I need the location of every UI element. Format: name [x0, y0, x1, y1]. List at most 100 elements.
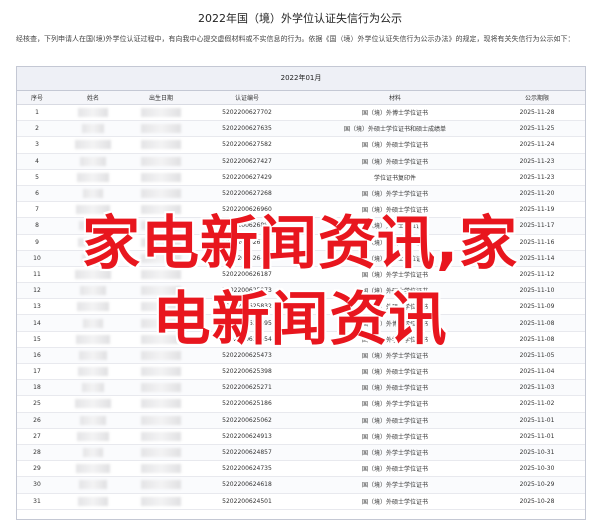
redacted-mask	[75, 140, 111, 150]
cell-birthdate	[129, 476, 193, 494]
cell-name	[57, 104, 129, 122]
cell-seq: 4	[17, 153, 57, 170]
cell-cert-number: 5202200627582	[193, 136, 301, 154]
cell-deadline: 2025-10-31	[489, 444, 585, 462]
watermark-line-1: 家电新闻资讯,家	[81, 209, 519, 277]
redacted-mask	[82, 383, 104, 393]
cell-name	[57, 428, 129, 445]
cell-seq: 29	[17, 460, 57, 478]
cell-deadline: 2025-11-04	[489, 363, 585, 381]
cell-seq: 17	[17, 363, 57, 381]
table-row: 25 5202200625186 国（境）外学士学位证书 2025-11-02	[17, 395, 585, 413]
cell-cert-number: 5202200627702	[193, 104, 301, 122]
table-row: 18 5202200625271 国（境）外硕士学位证书 2025-11-03	[17, 379, 585, 397]
cell-cert-number: 5202200627429	[193, 169, 301, 186]
table-row: 31 5202200624501 国（境）外硕士学位证书 2025-10-28	[17, 493, 585, 510]
redacted-mask	[141, 431, 181, 441]
cell-name	[57, 412, 129, 429]
cell-name	[57, 493, 129, 510]
cell-cert-number: 5202200624857	[193, 444, 301, 462]
cell-seq: 25	[17, 395, 57, 413]
cell-deadline: 2025-10-30	[489, 460, 585, 478]
redacted-mask	[76, 464, 110, 474]
cell-cert-number: 5202200625186	[193, 395, 301, 413]
cell-deadline: 2025-11-28	[489, 104, 585, 122]
cell-birthdate	[129, 169, 193, 186]
cell-seq: 1	[17, 104, 57, 122]
cell-cert-number: 5202200624618	[193, 476, 301, 494]
table-header-row: 序号 姓名 出生日期 认证编号 材料 公示期限	[17, 91, 585, 105]
table-row: 5 5202200627429 学位证书复印件 2025-11-23	[17, 169, 585, 186]
redacted-mask	[78, 108, 108, 118]
table-row: 4 5202200627427 国（境）外硕士学位证书 2025-11-23	[17, 153, 585, 170]
table-row: 29 5202200624735 国（境）外硕士学位证书 2025-10-30	[17, 460, 585, 478]
cell-name	[57, 476, 129, 494]
cell-seq: 28	[17, 444, 57, 462]
cell-material: 国（境）外硕士学位证书	[301, 428, 489, 445]
table-row: 30 5202200624618 国（境）外学士学位证书 2025-10-29	[17, 476, 585, 494]
cell-seq: 30	[17, 476, 57, 494]
header-birthdate: 出生日期	[129, 91, 193, 105]
redacted-mask	[77, 172, 109, 182]
cell-birthdate	[129, 363, 193, 381]
cell-seq: 2	[17, 120, 57, 138]
cell-deadline: 2025-11-01	[489, 412, 585, 429]
cell-cert-number: 5202200624913	[193, 428, 301, 445]
cell-cert-number: 5202200625398	[193, 363, 301, 381]
cell-birthdate	[129, 379, 193, 397]
cell-deadline: 2025-11-02	[489, 395, 585, 413]
table-row: 17 5202200625398 国（境）外硕士学位证书 2025-11-04	[17, 363, 585, 381]
redacted-mask	[75, 399, 111, 409]
redacted-mask	[141, 399, 181, 409]
redacted-mask	[82, 124, 104, 134]
cell-deadline: 2025-10-28	[489, 493, 585, 510]
cell-material: 国（境）外学士学位证书	[301, 444, 489, 462]
cell-seq: 5	[17, 169, 57, 186]
redacted-mask	[141, 448, 181, 458]
cell-cert-number: 5202200625271	[193, 379, 301, 397]
cell-cert-number: 5202200627427	[193, 153, 301, 170]
cell-birthdate	[129, 460, 193, 478]
cell-birthdate	[129, 428, 193, 445]
redacted-mask	[141, 464, 181, 474]
cell-birthdate	[129, 444, 193, 462]
table-row: 27 5202200624913 国（境）外硕士学位证书 2025-11-01	[17, 428, 585, 445]
cell-material: 国（境）外硕士学位证书	[301, 493, 489, 510]
header-deadline: 公示期限	[489, 91, 585, 105]
redacted-mask	[141, 496, 181, 506]
cell-seq: 18	[17, 379, 57, 397]
cell-birthdate	[129, 493, 193, 510]
intro-paragraph: 经核查，下列申请人在国(境)外学位认证过程中，有向我中心提交虚假材料或不实信息的…	[16, 35, 575, 43]
cell-material: 学位证书复印件	[301, 169, 489, 186]
cell-material: 国（境）外学士学位证书	[301, 476, 489, 494]
cell-name	[57, 444, 129, 462]
cell-birthdate	[129, 120, 193, 138]
redacted-mask	[141, 480, 181, 490]
cell-material: 国（境）外硕士学位证书和硕士成绩单	[301, 120, 489, 138]
table-row: 1 5202200627702 国（境）外博士学位证书 2025-11-28	[17, 104, 585, 122]
cell-material: 国（境）外硕士学位证书	[301, 412, 489, 429]
table-row: 2 5202200627635 国（境）外硕士学位证书和硕士成绩单 2025-11-2…	[17, 120, 585, 138]
redacted-mask	[78, 367, 108, 377]
redacted-mask	[141, 108, 181, 118]
cell-birthdate	[129, 136, 193, 154]
cell-name	[57, 169, 129, 186]
table-row: 28 5202200624857 国（境）外学士学位证书 2025-10-31	[17, 444, 585, 462]
cell-cert-number: 5202200624735	[193, 460, 301, 478]
cell-material: 国（境）外硕士学位证书	[301, 136, 489, 154]
table-row: 26 5202200625062 国（境）外硕士学位证书 2025-11-01	[17, 412, 585, 429]
redacted-mask	[141, 367, 181, 377]
redacted-mask	[79, 480, 107, 490]
cell-material: 国（境）外学士学位证书	[301, 395, 489, 413]
cell-name	[57, 153, 129, 170]
page-title: 2022年国（境）外学位认证失信行为公示	[198, 12, 402, 25]
cell-deadline: 2025-11-01	[489, 428, 585, 445]
cell-cert-number: 5202200627635	[193, 120, 301, 138]
header-cert-number: 认证编号	[193, 91, 301, 105]
cell-material: 国（境）外硕士学位证书	[301, 363, 489, 381]
redacted-mask	[80, 415, 106, 425]
redacted-mask	[141, 415, 181, 425]
cell-name	[57, 395, 129, 413]
cell-seq: 27	[17, 428, 57, 445]
cell-birthdate	[129, 104, 193, 122]
